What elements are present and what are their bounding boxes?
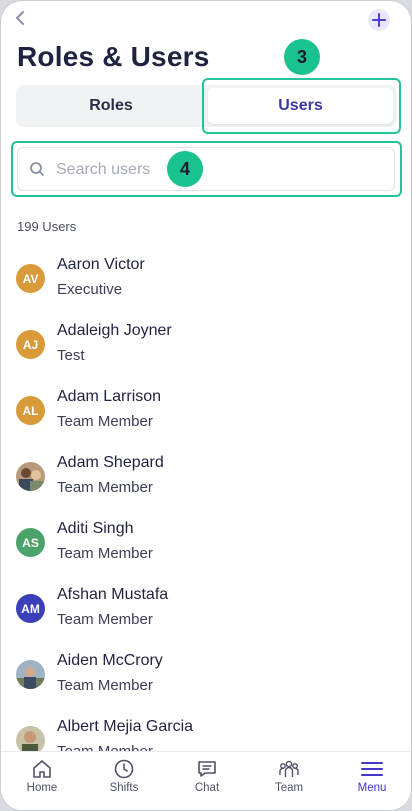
user-role: Team Member [57, 413, 153, 430]
user-name: Aiden McCrory [57, 652, 163, 669]
list-item[interactable]: Aiden McCrory Team Member [1, 645, 411, 711]
phone-screen: Roles & Users Roles Users 3 4 199 Users … [0, 0, 412, 811]
user-name: Adaleigh Joyner [57, 322, 172, 339]
page-title: Roles & Users [17, 41, 210, 72]
nav-chat-label: Chat [194, 782, 220, 794]
avatar-photo [16, 660, 45, 689]
list-item[interactable]: Adam Shepard Team Member [1, 447, 411, 513]
home-icon [33, 760, 51, 778]
list-item[interactable]: AV Aaron Victor Executive [1, 249, 411, 315]
user-name: Afshan Mustafa [57, 586, 169, 603]
search-icon [30, 162, 44, 176]
clock-icon [114, 759, 134, 779]
nav-team[interactable]: Team [254, 758, 324, 806]
team-icon [279, 760, 299, 777]
avatar: AM [16, 594, 45, 623]
user-name: Aaron Victor [57, 256, 145, 273]
nav-home-label: Home [26, 782, 58, 794]
list-item[interactable]: AM Afshan Mustafa Team Member [1, 579, 411, 645]
user-role: Team Member [57, 479, 153, 496]
avatar: AL [16, 396, 45, 425]
list-item[interactable]: AL Adam Larrison Team Member [1, 381, 411, 447]
roles-users-segmented-control: Roles Users [16, 85, 397, 127]
chat-icon [198, 761, 216, 777]
avatar: AJ [16, 330, 45, 359]
user-name: Adam Larrison [57, 388, 162, 405]
list-item[interactable]: AJ Adaleigh Joyner Test [1, 315, 411, 381]
back-button[interactable] [15, 10, 31, 28]
avatar: AS [16, 528, 45, 557]
nav-shifts[interactable]: Shifts [89, 758, 159, 806]
chevron-left-icon [16, 11, 24, 25]
tab-users[interactable]: Users [208, 88, 393, 124]
search-input[interactable] [54, 156, 358, 184]
nav-chat[interactable]: Chat [172, 758, 242, 806]
avatar: AV [16, 264, 45, 293]
menu-icon [361, 762, 383, 776]
user-name: Adam Shepard [57, 454, 164, 471]
nav-menu-label: Menu [357, 782, 387, 794]
nav-menu[interactable]: Menu [337, 758, 407, 806]
search-field[interactable] [17, 147, 395, 191]
nav-home[interactable]: Home [7, 758, 77, 806]
tab-roles[interactable]: Roles [16, 85, 206, 127]
avatar-photo [16, 462, 45, 491]
plus-icon [372, 13, 386, 27]
bottom-navigation: Home Shifts Chat Team Menu [1, 751, 411, 810]
top-bar [1, 1, 411, 37]
add-button[interactable] [368, 9, 390, 31]
user-name: Aditi Singh [57, 520, 134, 537]
nav-shifts-label: Shifts [109, 782, 139, 794]
user-role: Team Member [57, 677, 153, 694]
user-role: Test [57, 347, 85, 364]
user-name: Albert Mejia Garcia [57, 718, 194, 735]
user-role: Executive [57, 281, 123, 298]
users-count: 199 Users [17, 219, 77, 234]
user-role: Team Member [57, 611, 153, 628]
step-badge-3: 3 [284, 39, 320, 75]
user-role: Team Member [57, 545, 153, 562]
list-item[interactable]: AS Aditi Singh Team Member [1, 513, 411, 579]
step-badge-4: 4 [167, 151, 203, 187]
nav-team-label: Team [274, 782, 304, 794]
